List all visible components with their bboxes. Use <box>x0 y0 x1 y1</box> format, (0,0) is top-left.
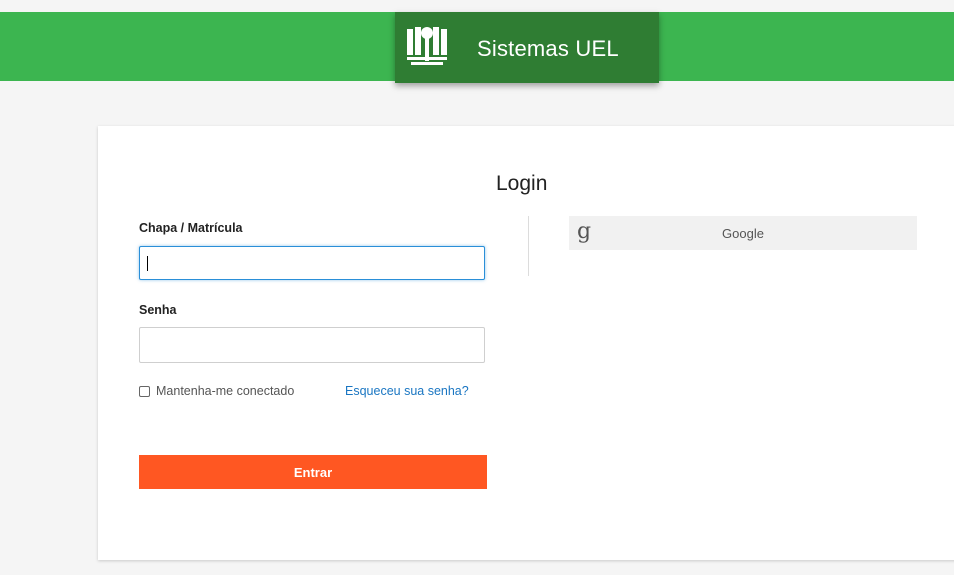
google-login-button[interactable]: g Google <box>569 216 917 250</box>
login-title: Login <box>496 172 548 195</box>
vertical-divider <box>528 216 529 276</box>
password-label: Senha <box>139 303 177 317</box>
text-caret <box>147 256 148 271</box>
google-button-label: Google <box>722 225 764 241</box>
user-id-label: Chapa / Matrícula <box>139 221 243 235</box>
brand-title: Sistemas UEL <box>477 36 619 61</box>
password-input[interactable] <box>139 327 485 363</box>
remember-me-checkbox[interactable] <box>139 385 150 397</box>
brand-header[interactable]: Sistemas UEL <box>395 12 659 83</box>
user-id-input[interactable] <box>139 246 485 280</box>
uel-logo-icon <box>407 27 447 65</box>
remember-me-label: Mantenha-me conectado <box>156 384 295 398</box>
forgot-password-link[interactable]: Esqueceu sua senha? <box>345 384 469 398</box>
submit-button[interactable]: Entrar <box>139 455 487 489</box>
remember-me[interactable]: Mantenha-me conectado <box>139 384 294 398</box>
